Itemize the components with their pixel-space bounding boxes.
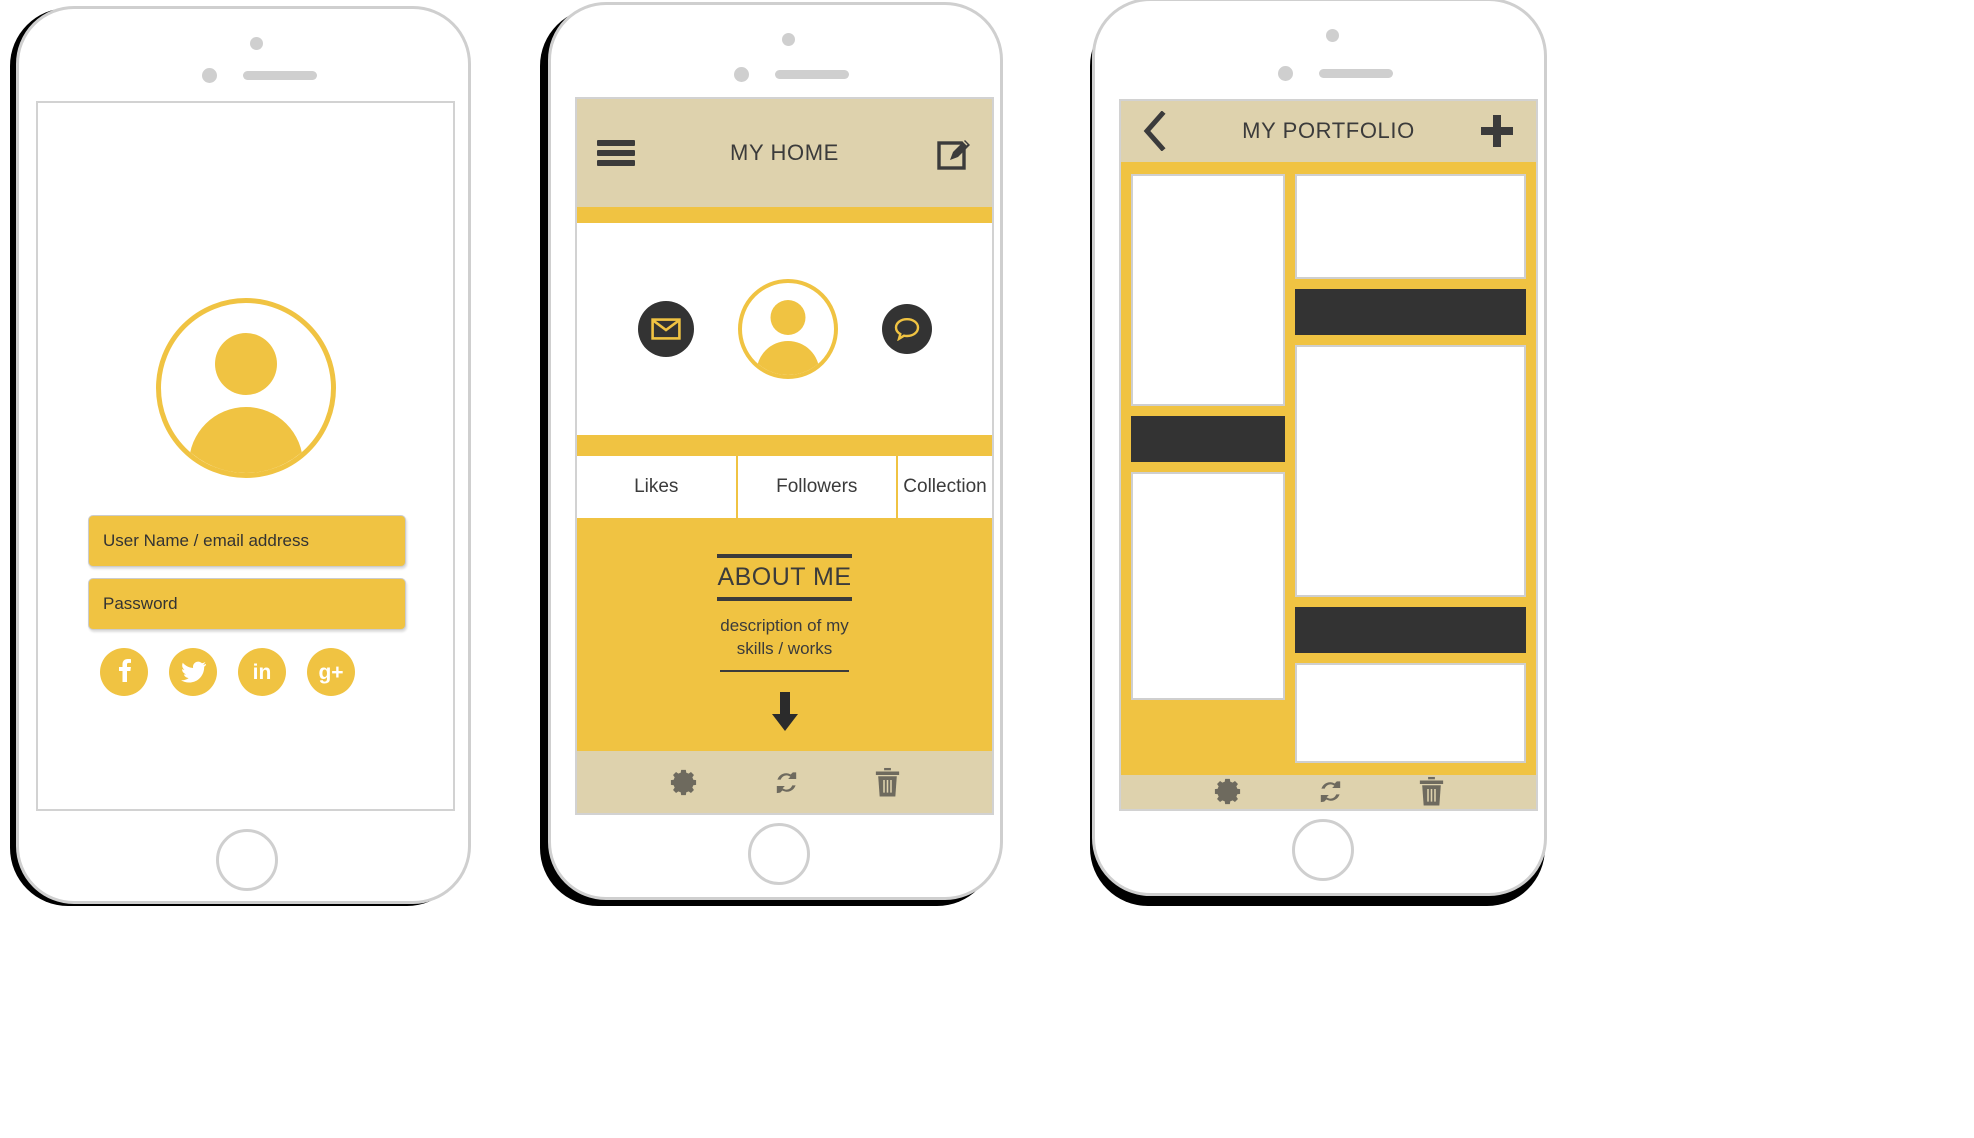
portfolio-label-bar[interactable] (1295, 288, 1526, 335)
home-screen: MY HOME Likes Followers Collection ABOUT… (575, 97, 994, 815)
refresh-button[interactable] (1315, 776, 1346, 807)
password-field[interactable]: Password (88, 578, 406, 630)
add-button[interactable] (1478, 112, 1516, 150)
about-desc-line-1: description of my (720, 616, 849, 635)
refresh-icon (776, 771, 797, 793)
profile-actions-row (577, 223, 992, 435)
home-button[interactable] (1292, 819, 1354, 881)
home-button[interactable] (748, 823, 810, 885)
twitter-button[interactable] (169, 648, 217, 696)
settings-button[interactable] (668, 767, 699, 798)
social-login-row: in g+ (100, 648, 355, 696)
refresh-icon (1320, 781, 1341, 803)
tab-likes[interactable]: Likes (577, 456, 736, 518)
portfolio-left-column (1131, 173, 1285, 763)
delete-button[interactable] (1418, 776, 1445, 807)
hamburger-menu-button[interactable] (597, 140, 635, 166)
chat-button[interactable] (881, 304, 932, 354)
refresh-button[interactable] (771, 767, 802, 798)
portfolio-card[interactable] (1131, 173, 1285, 406)
home-button[interactable] (216, 829, 278, 891)
portfolio-right-column (1295, 173, 1526, 763)
portfolio-card[interactable] (1295, 344, 1526, 597)
sensor-icon (734, 67, 749, 82)
tab-collection[interactable]: Collection (896, 456, 992, 518)
sensor-icon (1278, 66, 1293, 81)
portfolio-label-bar[interactable] (1131, 415, 1285, 462)
about-desc-line-2: skills / works (736, 638, 833, 658)
twitter-icon (180, 661, 206, 683)
portfolio-grid (1121, 161, 1536, 775)
linkedin-icon: in (252, 660, 272, 684)
home-header: MY HOME (577, 99, 992, 207)
front-camera-icon (250, 37, 263, 50)
edit-compose-icon (937, 140, 970, 170)
mail-envelope-icon (650, 318, 681, 340)
page-title: MY HOME (730, 140, 839, 165)
googleplus-button[interactable]: g+ (307, 648, 355, 696)
phone-2-frame: MY HOME Likes Followers Collection ABOUT… (548, 2, 1003, 900)
home-footer-toolbar (577, 751, 992, 813)
tab-followers[interactable]: Followers (735, 456, 897, 518)
earpiece-speaker (775, 70, 849, 79)
front-camera-icon (1326, 29, 1339, 42)
delete-button[interactable] (874, 767, 901, 798)
chevron-left-icon (1143, 111, 1166, 152)
gear-icon (1214, 779, 1241, 805)
trash-icon (875, 767, 900, 796)
earpiece-speaker (243, 71, 317, 80)
phone-3-frame: MY PORTFOLIO (1092, 0, 1547, 896)
gear-icon (670, 769, 697, 795)
settings-button[interactable] (1212, 776, 1243, 807)
about-me-title: ABOUT ME (717, 554, 852, 601)
user-avatar-icon (155, 298, 336, 478)
down-arrow-icon (771, 691, 798, 731)
about-me-panel: ABOUT ME description of my skills / work… (577, 520, 992, 744)
google-plus-icon: g+ (318, 660, 344, 684)
plus-icon (1481, 115, 1513, 148)
portfolio-label-bar[interactable] (1295, 606, 1526, 653)
phone-1-frame: User Name / email address Password in g+ (16, 6, 471, 904)
profile-accent-bar (577, 435, 992, 453)
edit-compose-button[interactable] (936, 135, 972, 171)
portfolio-footer-toolbar (1121, 774, 1536, 809)
expand-more-button[interactable] (770, 691, 800, 732)
portfolio-card[interactable] (1295, 662, 1526, 763)
portfolio-screen: MY PORTFOLIO (1119, 99, 1538, 811)
facebook-button[interactable] (100, 648, 148, 696)
portfolio-header: MY PORTFOLIO (1121, 101, 1536, 162)
mail-button[interactable] (637, 301, 694, 357)
front-camera-icon (782, 33, 795, 46)
mockup-canvas: User Name / email address Password in g+… (0, 0, 1974, 1138)
login-screen: User Name / email address Password in g+ (36, 101, 455, 811)
tabs-row: Likes Followers Collection (577, 453, 992, 520)
about-me-description: description of my skills / works (720, 615, 849, 672)
earpiece-speaker (1319, 69, 1393, 78)
page-title: MY PORTFOLIO (1242, 118, 1415, 144)
username-field[interactable]: User Name / email address (88, 515, 406, 567)
sensor-icon (202, 68, 217, 83)
linkedin-button[interactable]: in (238, 648, 286, 696)
portfolio-card[interactable] (1295, 173, 1526, 279)
chat-bubble-icon (894, 317, 919, 341)
portfolio-card[interactable] (1131, 471, 1285, 700)
header-accent-bar (577, 207, 992, 223)
footer-accent-bar (577, 744, 992, 751)
user-avatar-icon[interactable] (737, 279, 838, 379)
trash-icon (1419, 777, 1444, 806)
hamburger-menu-icon (597, 140, 635, 166)
back-button[interactable] (1141, 111, 1167, 152)
facebook-icon (119, 659, 131, 682)
